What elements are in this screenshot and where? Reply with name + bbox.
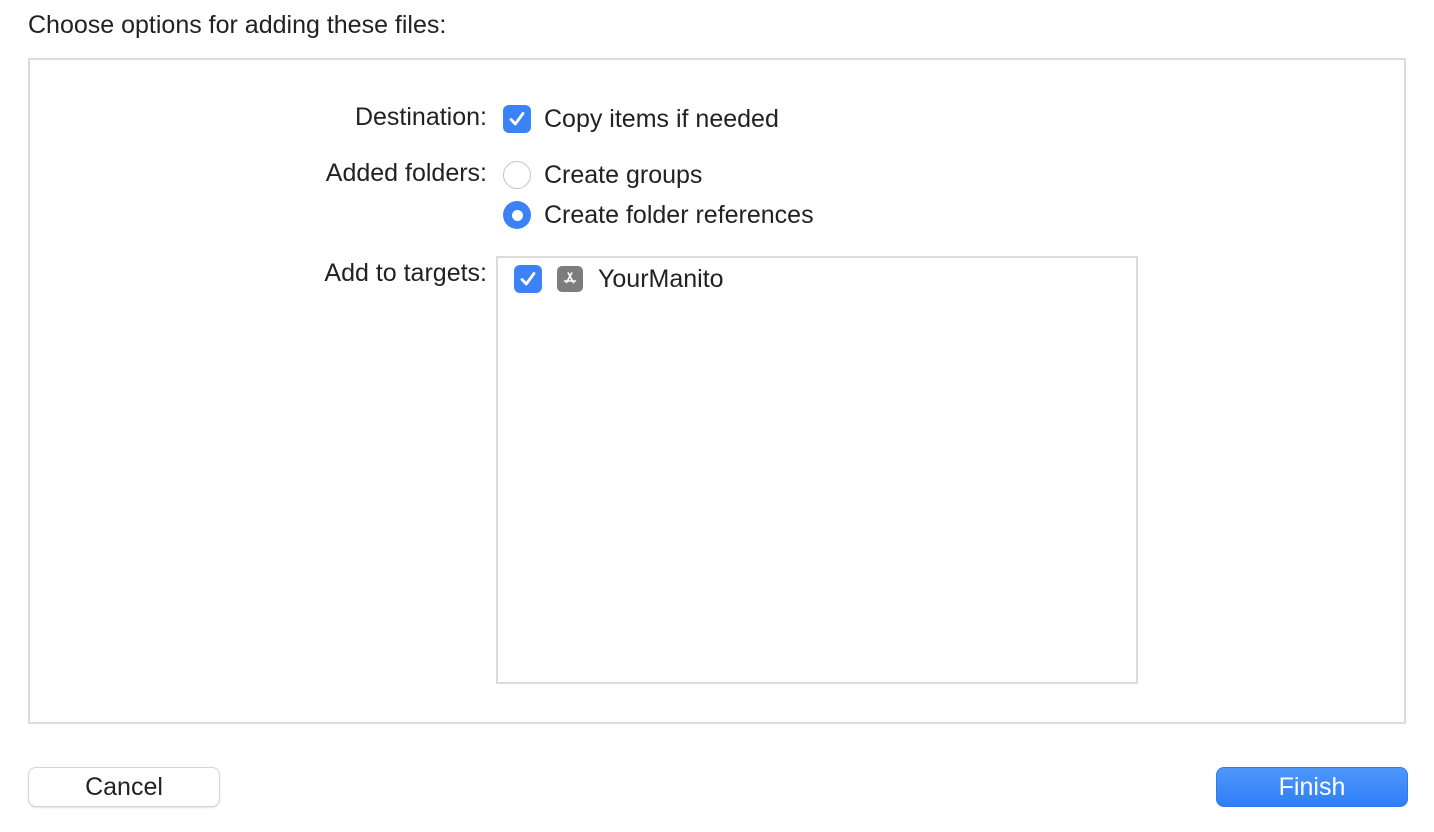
copy-items-checkbox[interactable] — [503, 105, 531, 133]
checkmark-icon — [520, 272, 536, 286]
target-name: YourManito — [598, 265, 724, 293]
destination-label: Destination: — [354, 103, 487, 131]
copy-items-checkbox-row[interactable]: Copy items if needed — [503, 102, 779, 136]
create-groups-label[interactable]: Create groups — [544, 158, 702, 192]
finish-button[interactable]: Finish — [1216, 767, 1408, 807]
add-to-targets-label: Add to targets: — [324, 259, 487, 287]
copy-items-label[interactable]: Copy items if needed — [544, 102, 779, 136]
cancel-button[interactable]: Cancel — [28, 767, 220, 807]
checkmark-icon — [509, 112, 525, 126]
targets-list[interactable]: YourManito — [496, 256, 1138, 684]
create-folder-references-radio-row[interactable]: Create folder references — [503, 198, 814, 232]
app-store-icon — [557, 266, 583, 292]
add-files-options-dialog: Choose options for adding these files: D… — [0, 0, 1434, 832]
target-checkbox[interactable] — [514, 265, 542, 293]
radio-dot — [511, 209, 523, 221]
create-groups-radio[interactable] — [503, 161, 531, 189]
dialog-heading: Choose options for adding these files: — [28, 11, 447, 39]
create-folder-references-label[interactable]: Create folder references — [544, 198, 814, 232]
added-folders-label: Added folders: — [325, 159, 487, 187]
create-folder-references-radio[interactable] — [503, 201, 531, 229]
target-row[interactable]: YourManito — [514, 262, 724, 296]
create-groups-radio-row[interactable]: Create groups — [503, 158, 702, 192]
